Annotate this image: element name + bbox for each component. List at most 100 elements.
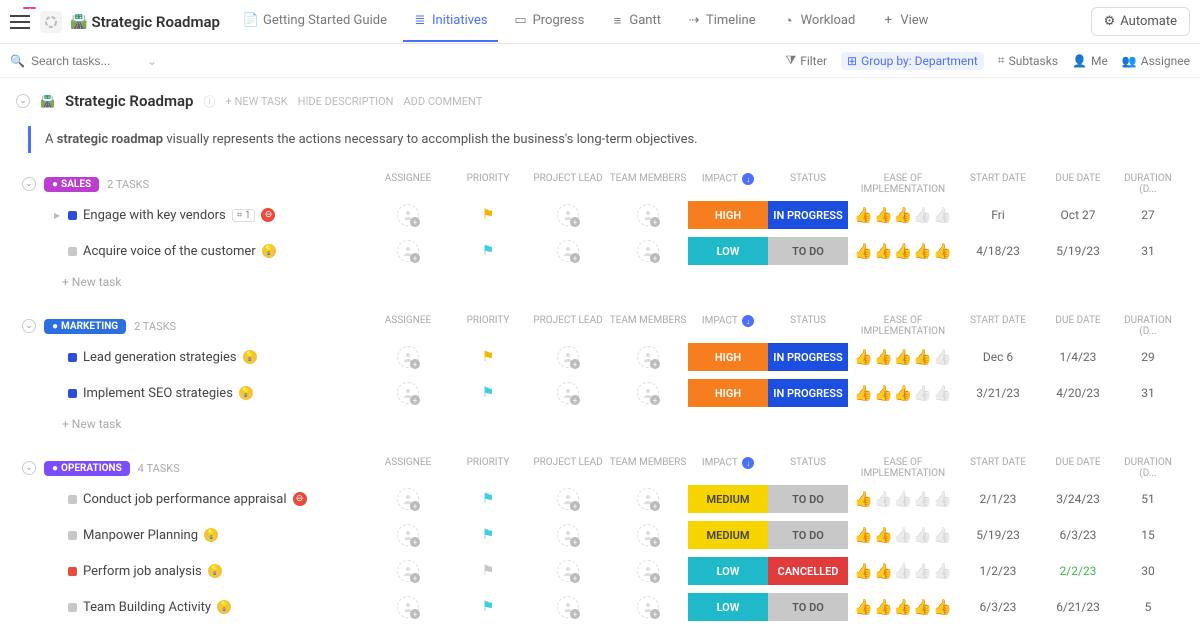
task-name[interactable]: Lead generation strategies — [83, 350, 237, 365]
priority-flag[interactable]: ⚑ — [482, 207, 495, 223]
task-name[interactable]: Perform job analysis — [83, 564, 202, 579]
ease-rating[interactable]: 👍👍👍👍👍 — [848, 348, 958, 366]
subtask-count[interactable]: ⌗ 1 — [232, 209, 256, 222]
task-row[interactable]: Conduct job performance appraisal ⊖ ⚑ ME… — [6, 481, 1194, 517]
assignee-placeholder[interactable] — [397, 346, 419, 368]
due-date[interactable]: 4/20/23 — [1038, 386, 1118, 400]
status-dot[interactable] — [68, 531, 77, 540]
sort-icon[interactable]: ↓ — [742, 173, 754, 185]
start-date[interactable]: Dec 6 — [958, 350, 1038, 364]
tab-progress[interactable]: ▭Progress — [504, 1, 595, 42]
assignee-placeholder[interactable] — [397, 382, 419, 404]
task-row[interactable]: Perform job analysis 💡 ⚑ LOW CANCELLED 👍… — [6, 553, 1194, 589]
ease-rating[interactable]: 👍👍👍👍👍 — [848, 562, 958, 580]
impact-pill[interactable]: HIGH — [688, 343, 768, 371]
search-box[interactable]: 🔍 ⌄ — [10, 54, 180, 68]
status-dot[interactable] — [68, 211, 77, 220]
expand-caret[interactable]: ▶ — [54, 211, 62, 220]
task-name[interactable]: Engage with key vendors — [83, 208, 226, 223]
due-date[interactable]: 1/4/23 — [1038, 350, 1118, 364]
subtasks-button[interactable]: ⌗Subtasks — [998, 53, 1058, 68]
assignee-placeholder[interactable] — [637, 596, 659, 618]
duration[interactable]: 31 — [1118, 244, 1178, 258]
tab-gantt[interactable]: ≡Gantt — [600, 1, 671, 42]
tab-initiatives[interactable]: ≣Initiatives — [403, 1, 498, 42]
task-name[interactable]: Manpower Planning — [83, 528, 198, 543]
start-date[interactable]: 5/19/23 — [958, 528, 1038, 542]
assignee-placeholder[interactable] — [397, 524, 419, 546]
assignee-placeholder[interactable] — [557, 382, 579, 404]
status-pill[interactable]: TO DO — [768, 237, 848, 265]
assignee-placeholder[interactable] — [397, 240, 419, 262]
filter-button[interactable]: ⧩Filter — [785, 53, 827, 68]
tab-workload[interactable]: ◔Workload — [772, 1, 866, 42]
me-button[interactable]: 👤Me — [1072, 54, 1108, 68]
assignee-placeholder[interactable] — [557, 240, 579, 262]
assignee-placeholder[interactable] — [397, 488, 419, 510]
status-pill[interactable]: TO DO — [768, 593, 848, 621]
group-badge[interactable]: ●OPERATIONS — [44, 461, 130, 476]
assignee-placeholder[interactable] — [637, 346, 659, 368]
impact-pill[interactable]: HIGH — [688, 379, 768, 407]
duration[interactable]: 29 — [1118, 350, 1178, 364]
duration[interactable]: 51 — [1118, 492, 1178, 506]
task-row[interactable]: Lead generation strategies 💡 ⚑ HIGH IN P… — [6, 339, 1194, 375]
ease-rating[interactable]: 👍👍👍👍👍 — [848, 242, 958, 260]
start-date[interactable]: 3/21/23 — [958, 386, 1038, 400]
ease-rating[interactable]: 👍👍👍👍👍 — [848, 490, 958, 508]
assignee-placeholder[interactable] — [637, 488, 659, 510]
new-task-button[interactable]: + New task — [6, 411, 1194, 437]
due-date[interactable]: Oct 27 — [1038, 208, 1118, 222]
tab-add-view[interactable]: +View — [871, 1, 938, 42]
collapse-all-icon[interactable]: ⌄ — [16, 94, 30, 108]
status-dot[interactable] — [68, 247, 77, 256]
impact-pill[interactable]: LOW — [688, 593, 768, 621]
due-date[interactable]: 2/2/23 — [1038, 564, 1118, 578]
description-box[interactable]: A strategic roadmap visually represents … — [28, 126, 1184, 153]
collapse-group-icon[interactable]: ⌄ — [22, 461, 36, 475]
assignee-placeholder[interactable] — [557, 560, 579, 582]
task-row[interactable]: Manpower Planning 💡 ⚑ MEDIUM TO DO 👍👍👍👍👍… — [6, 517, 1194, 553]
ease-rating[interactable]: 👍👍👍👍👍 — [848, 384, 958, 402]
duration[interactable]: 30 — [1118, 564, 1178, 578]
assignee-placeholder[interactable] — [637, 382, 659, 404]
tab-getting-started[interactable]: 📄Getting Started Guide — [234, 1, 397, 42]
task-row[interactable]: Acquire voice of the customer 💡 ⚑ LOW TO… — [6, 233, 1194, 269]
impact-pill[interactable]: MEDIUM — [688, 521, 768, 549]
status-pill[interactable]: TO DO — [768, 485, 848, 513]
status-pill[interactable]: TO DO — [768, 521, 848, 549]
chevron-down-icon[interactable]: ⌄ — [147, 54, 157, 68]
assignee-placeholder[interactable] — [397, 204, 419, 226]
duration[interactable]: 5 — [1118, 600, 1178, 614]
duration[interactable]: 27 — [1118, 208, 1178, 222]
priority-flag[interactable]: ⚑ — [482, 243, 495, 259]
task-row[interactable]: Team Building Activity 💡 ⚑ LOW TO DO 👍👍👍… — [6, 589, 1194, 625]
task-name[interactable]: Team Building Activity — [83, 600, 211, 615]
priority-flag[interactable]: ⚑ — [482, 349, 495, 365]
task-name[interactable]: Implement SEO strategies — [83, 386, 233, 401]
task-name[interactable]: Acquire voice of the customer — [83, 244, 256, 259]
start-date[interactable]: Fri — [958, 208, 1038, 222]
assignee-placeholder[interactable] — [557, 204, 579, 226]
assignee-placeholder[interactable] — [397, 560, 419, 582]
assignee-placeholder[interactable] — [557, 488, 579, 510]
start-date[interactable]: 4/18/23 — [958, 244, 1038, 258]
status-dot[interactable] — [68, 353, 77, 362]
ease-rating[interactable]: 👍👍👍👍👍 — [848, 598, 958, 616]
assignee-button[interactable]: 👥Assignee — [1122, 54, 1190, 68]
assignee-placeholder[interactable] — [397, 596, 419, 618]
task-row[interactable]: Implement SEO strategies 💡 ⚑ HIGH IN PRO… — [6, 375, 1194, 411]
ease-rating[interactable]: 👍👍👍👍👍 — [848, 526, 958, 544]
status-pill[interactable]: CANCELLED — [768, 557, 848, 585]
priority-flag[interactable]: ⚑ — [482, 385, 495, 401]
impact-pill[interactable]: MEDIUM — [688, 485, 768, 513]
automate-button[interactable]: ⚙Automate — [1091, 7, 1190, 36]
assignee-placeholder[interactable] — [637, 240, 659, 262]
menu-button[interactable]: 6 — [10, 15, 30, 29]
priority-flag[interactable]: ⚑ — [482, 527, 495, 543]
due-date[interactable]: 5/19/23 — [1038, 244, 1118, 258]
ease-rating[interactable]: 👍👍👍👍👍 — [848, 206, 958, 224]
priority-flag[interactable]: ⚑ — [482, 491, 495, 507]
assignee-placeholder[interactable] — [557, 524, 579, 546]
priority-flag[interactable]: ⚑ — [482, 563, 495, 579]
